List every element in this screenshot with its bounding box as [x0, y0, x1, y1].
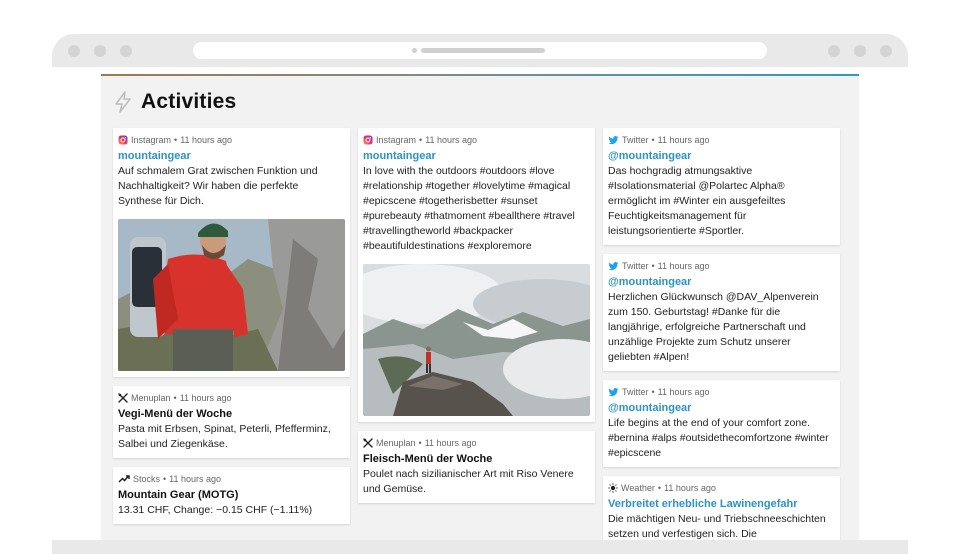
card-time: 11 hours ago	[180, 135, 233, 145]
card-text: In love with the outdoors #outdoors #lov…	[363, 165, 575, 252]
window-dot[interactable]	[828, 45, 840, 57]
card-time: 11 hours ago	[424, 438, 477, 448]
lock-icon	[412, 48, 417, 53]
meta-separator: •	[657, 483, 662, 493]
card-source: Instagram	[376, 135, 417, 145]
window-dot[interactable]	[68, 45, 80, 57]
card-text: Life begins at the end of your comfort z…	[608, 417, 829, 459]
browser-viewport: Activities Instagram • 11 hours ago moun…	[52, 67, 908, 540]
card-text: Das hochgradig atmungsaktive #Isolations…	[608, 165, 786, 237]
card-source: Weather	[621, 483, 655, 493]
twitter-icon	[608, 387, 619, 396]
url-placeholder	[421, 48, 545, 53]
meta-separator: •	[419, 135, 423, 145]
activity-card-weather[interactable]: Weather • 11 hours ago Verbreitet erhebl…	[603, 476, 840, 540]
card-meta: Twitter • 11 hours ago	[608, 135, 835, 145]
meta-separator: •	[651, 135, 655, 145]
card-title[interactable]: Verbreitet erhebliche Lawinengefahr	[608, 498, 835, 510]
feed-column-2: Instagram • 11 hours ago mountaingear In…	[358, 128, 595, 512]
card-source: Twitter	[622, 261, 649, 271]
feed-column-3: Twitter • 11 hours ago @mountaingear Das…	[603, 128, 840, 540]
lightning-icon	[115, 91, 131, 113]
card-title[interactable]: mountaingear	[363, 150, 590, 162]
card-meta: Instagram • 11 hours ago	[363, 135, 590, 145]
card-title[interactable]: @mountaingear	[608, 276, 835, 288]
page-title: Activities	[141, 90, 237, 113]
card-time: 11 hours ago	[179, 393, 232, 403]
card-meta: Twitter • 11 hours ago	[608, 387, 835, 397]
card-title[interactable]: mountaingear	[118, 150, 345, 162]
card-title[interactable]: @mountaingear	[608, 402, 835, 414]
meta-separator: •	[173, 393, 177, 403]
activity-card-stocks[interactable]: Stocks • 11 hours ago Mountain Gear (MOT…	[113, 467, 350, 524]
card-text: 13.31 CHF, Change: −0.15 CHF (−1.11%)	[118, 504, 313, 516]
trend-icon	[118, 475, 130, 483]
card-text: Poulet nach sizilianischer Art mit Riso …	[363, 468, 574, 495]
card-meta: Menuplan • 11 hours ago	[363, 438, 590, 448]
instagram-icon	[363, 135, 373, 145]
twitter-icon	[608, 135, 619, 144]
activity-card-menuplan[interactable]: Menuplan • 11 hours ago Fleisch-Menü der…	[358, 431, 595, 503]
mountain-photo[interactable]	[363, 264, 590, 416]
activities-page: Activities Instagram • 11 hours ago moun…	[101, 74, 859, 540]
window-dot[interactable]	[854, 45, 866, 57]
activity-card-instagram[interactable]: Instagram • 11 hours ago mountaingear Au…	[113, 128, 350, 377]
card-source: Instagram	[131, 135, 172, 145]
meta-separator: •	[651, 387, 655, 397]
cutlery-icon	[118, 393, 128, 403]
card-source: Stocks	[133, 474, 161, 484]
card-text: Pasta mit Erbsen, Spinat, Peterli, Pfeff…	[118, 423, 331, 450]
card-meta: Instagram • 11 hours ago	[118, 135, 345, 145]
address-bar[interactable]	[193, 42, 767, 59]
card-time: 11 hours ago	[657, 261, 710, 271]
meta-separator: •	[651, 261, 655, 271]
card-title[interactable]: Fleisch-Menü der Woche	[363, 453, 590, 465]
card-text: Die mächtigen Neu- und Triebschneeschich…	[608, 513, 826, 540]
card-source: Twitter	[622, 387, 649, 397]
card-title[interactable]: Vegi-Menü der Woche	[118, 408, 345, 420]
card-time: 11 hours ago	[657, 387, 710, 397]
activity-card-menuplan[interactable]: Menuplan • 11 hours ago Vegi-Menü der Wo…	[113, 386, 350, 458]
card-meta: Menuplan • 11 hours ago	[118, 393, 345, 403]
window-dot[interactable]	[120, 45, 132, 57]
card-time: 11 hours ago	[169, 474, 222, 484]
card-time: 11 hours ago	[657, 135, 710, 145]
card-meta: Twitter • 11 hours ago	[608, 261, 835, 271]
card-title[interactable]: @mountaingear	[608, 150, 835, 162]
activity-card-instagram[interactable]: Instagram • 11 hours ago mountaingear In…	[358, 128, 595, 422]
sun-icon	[608, 483, 618, 493]
card-text: Herzlichen Glückwunsch @DAV_Alpenverein …	[608, 291, 819, 363]
card-source: Menuplan	[376, 438, 416, 448]
instagram-icon	[118, 135, 128, 145]
activity-card-twitter[interactable]: Twitter • 11 hours ago @mountaingear Her…	[603, 254, 840, 371]
hiker-photo[interactable]	[118, 219, 345, 371]
meta-separator: •	[418, 438, 422, 448]
activity-card-twitter[interactable]: Twitter • 11 hours ago @mountaingear Lif…	[603, 380, 840, 467]
card-source: Menuplan	[131, 393, 171, 403]
activity-card-twitter[interactable]: Twitter • 11 hours ago @mountaingear Das…	[603, 128, 840, 245]
card-text: Auf schmalem Grat zwischen Funktion und …	[118, 165, 318, 207]
meta-separator: •	[174, 135, 178, 145]
window-dot[interactable]	[94, 45, 106, 57]
card-time: 11 hours ago	[664, 483, 716, 493]
card-meta: Weather • 11 hours ago	[608, 483, 835, 493]
window-controls-right	[828, 45, 892, 57]
feed-column-1: Instagram • 11 hours ago mountaingear Au…	[113, 128, 350, 533]
meta-separator: •	[163, 474, 167, 484]
cutlery-icon	[363, 438, 373, 448]
window-dot[interactable]	[880, 45, 892, 57]
card-source: Twitter	[622, 135, 649, 145]
card-meta: Stocks • 11 hours ago	[118, 474, 345, 484]
card-time: 11 hours ago	[425, 135, 478, 145]
window-controls-left	[68, 45, 132, 57]
twitter-icon	[608, 261, 619, 270]
card-title[interactable]: Mountain Gear (MOTG)	[118, 489, 345, 501]
page-header: Activities	[113, 90, 236, 114]
